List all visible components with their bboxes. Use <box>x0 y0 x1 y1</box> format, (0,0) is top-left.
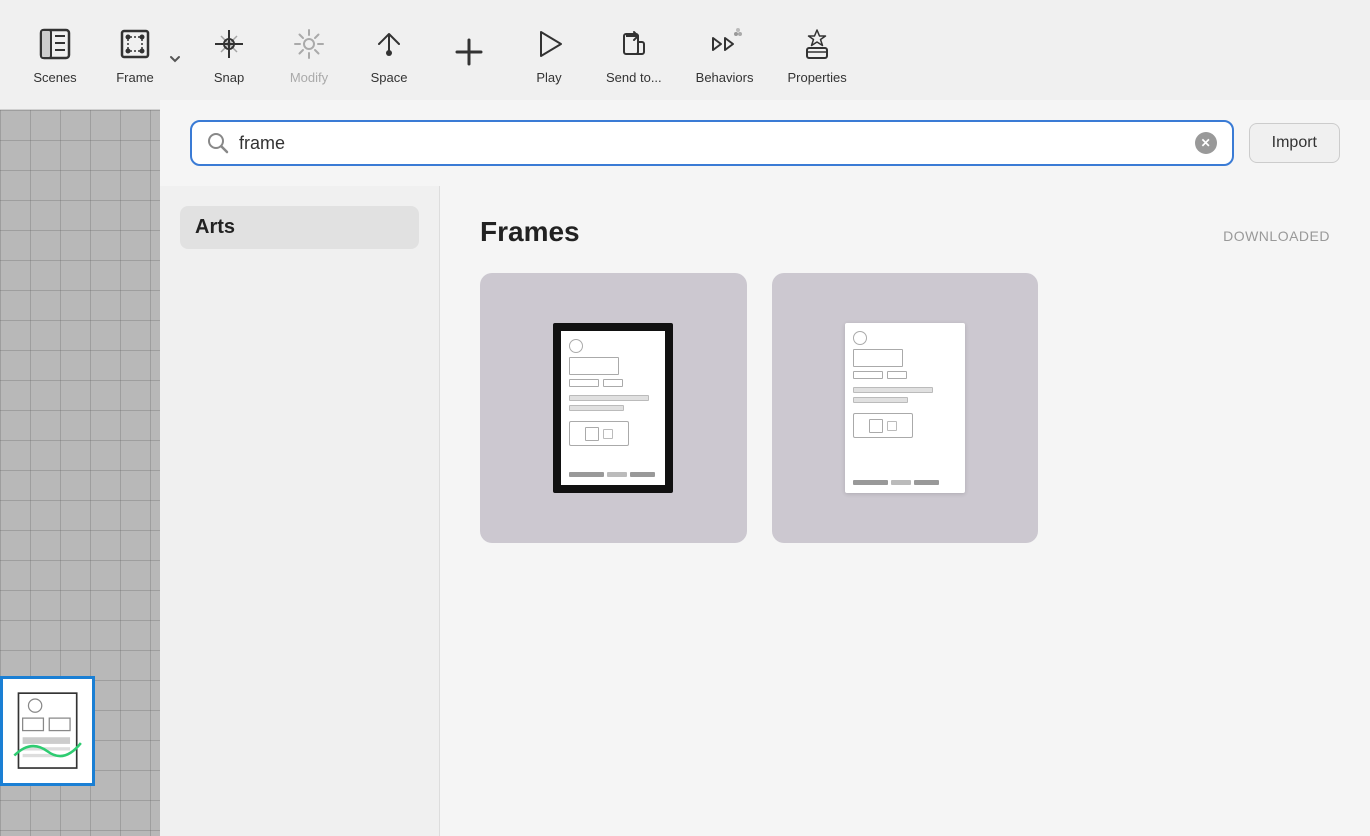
toolbar-item-send-to[interactable]: Send to... <box>594 16 674 93</box>
sidebar-item-arts[interactable]: Arts <box>180 206 419 249</box>
send-to-label: Send to... <box>606 70 662 85</box>
snap-label: Snap <box>214 70 244 85</box>
toolbar-item-modify[interactable]: Modify <box>274 16 344 93</box>
frame-dropdown-arrow[interactable] <box>168 44 182 66</box>
section-title: Frames <box>480 216 580 248</box>
frame-mockup-bordered <box>553 323 673 493</box>
frame-card-1[interactable] <box>480 273 747 543</box>
behaviors-label: Behaviors <box>696 70 754 85</box>
search-box: ✕ <box>190 120 1234 166</box>
send-icon <box>614 24 654 64</box>
search-input[interactable] <box>239 133 1185 154</box>
toolbar: Scenes Frame Sna <box>0 0 1370 110</box>
frame-mockup-plain <box>845 323 965 493</box>
modify-label: Modify <box>290 70 328 85</box>
cards-grid <box>480 273 1330 543</box>
space-icon <box>369 24 409 64</box>
space-label: Space <box>371 70 408 85</box>
snap-icon <box>209 24 249 64</box>
modal-panel: ✕ Import Arts Frames DOWNLOADED <box>160 100 1370 836</box>
search-clear-button[interactable]: ✕ <box>1195 132 1217 154</box>
content-area: Arts Frames DOWNLOADED <box>160 186 1370 836</box>
search-bar-area: ✕ Import <box>160 100 1370 186</box>
toolbar-item-play[interactable]: Play <box>514 16 584 93</box>
section-header: Frames DOWNLOADED <box>480 216 1330 248</box>
frame-card-2[interactable] <box>772 273 1039 543</box>
frame-icon <box>115 24 155 64</box>
toolbar-item-snap[interactable]: Snap <box>194 16 264 93</box>
import-button[interactable]: Import <box>1249 123 1340 163</box>
play-label: Play <box>536 70 561 85</box>
toolbar-item-behaviors[interactable]: Behaviors <box>684 16 766 93</box>
search-icon <box>207 132 229 154</box>
behaviors-icon <box>705 24 745 64</box>
sidebar: Arts <box>160 186 440 836</box>
main-content: Frames DOWNLOADED <box>440 186 1370 836</box>
toolbar-item-scenes[interactable]: Scenes <box>20 16 90 93</box>
canvas-preview <box>0 666 100 786</box>
properties-icon <box>797 24 837 64</box>
frame-label: Frame <box>116 70 154 85</box>
toolbar-item-frame[interactable]: Frame <box>100 16 170 93</box>
sidebar-icon <box>35 24 75 64</box>
properties-label: Properties <box>787 70 846 85</box>
section-meta: DOWNLOADED <box>1223 228 1330 244</box>
toolbar-item-add[interactable] <box>434 24 504 86</box>
modify-icon <box>289 24 329 64</box>
play-icon <box>529 24 569 64</box>
scenes-label: Scenes <box>33 70 76 85</box>
toolbar-item-properties[interactable]: Properties <box>775 16 858 93</box>
toolbar-item-space[interactable]: Space <box>354 16 424 93</box>
add-icon <box>449 32 489 72</box>
